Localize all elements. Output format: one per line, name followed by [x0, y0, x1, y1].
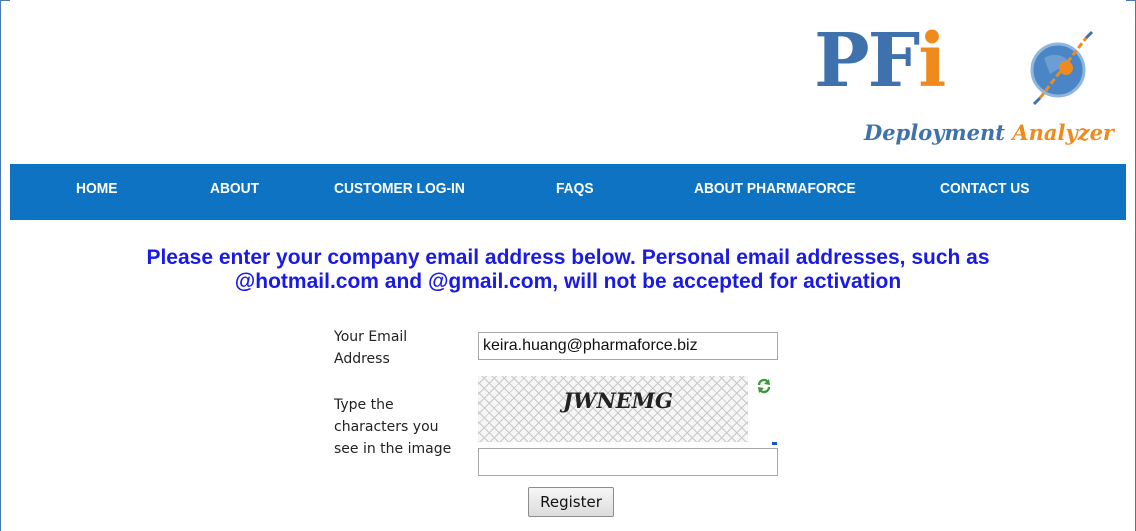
pfi-logo[interactable]: PFi Deployment Analyzer	[814, 18, 1114, 158]
notice-line-1: Please enter your company email address …	[146, 246, 990, 269]
logo-subtitle: Deployment Analyzer	[814, 120, 1114, 145]
email-label: Your Email Address	[334, 326, 407, 370]
logo-pf: PF	[814, 18, 920, 104]
nav-home[interactable]: HOME	[76, 164, 117, 220]
globe-icon	[1030, 30, 1094, 106]
email-label-line-2: Address	[334, 351, 390, 367]
activation-notice: Please enter your company email address …	[0, 246, 1136, 294]
logo-wordmark: PFi	[814, 18, 946, 104]
register-button[interactable]: Register	[528, 487, 614, 517]
header: PFi Deployment Analyzer	[10, 0, 1126, 164]
email-label-line-1: Your Email	[334, 329, 408, 345]
captcha-input[interactable]	[478, 448, 778, 476]
logo-sub-analyzer: Analyzer	[1012, 120, 1114, 145]
nav-faqs[interactable]: FAQS	[556, 164, 594, 220]
captcha-text: JWNEMG	[563, 388, 673, 413]
nav-about-pharmaforce[interactable]: ABOUT PHARMAFORCE	[694, 164, 856, 220]
captcha-label-line-3: see in the image	[334, 441, 452, 457]
captcha-label: Type the characters you see in the image	[334, 394, 451, 460]
nav-contact-us[interactable]: CONTACT US	[940, 164, 1029, 220]
main-nav: HOME ABOUT CUSTOMER LOG-IN FAQS ABOUT PH…	[10, 164, 1126, 220]
captcha-label-line-2: characters you	[334, 419, 439, 435]
refresh-icon[interactable]	[756, 378, 772, 394]
captcha-label-line-1: Type the	[334, 397, 394, 413]
captcha-audio-link[interactable]	[772, 442, 777, 445]
nav-about[interactable]: ABOUT	[210, 164, 259, 220]
email-input[interactable]: keira.huang@pharmaforce.biz	[478, 332, 778, 360]
logo-i: i	[918, 18, 946, 104]
captcha-image: JWNEMG	[478, 376, 748, 442]
nav-customer-login[interactable]: CUSTOMER LOG-IN	[334, 164, 465, 220]
notice-line-2: @hotmail.com and @gmail.com, will not be…	[234, 270, 902, 293]
logo-sub-deployment: Deployment	[863, 120, 1005, 145]
